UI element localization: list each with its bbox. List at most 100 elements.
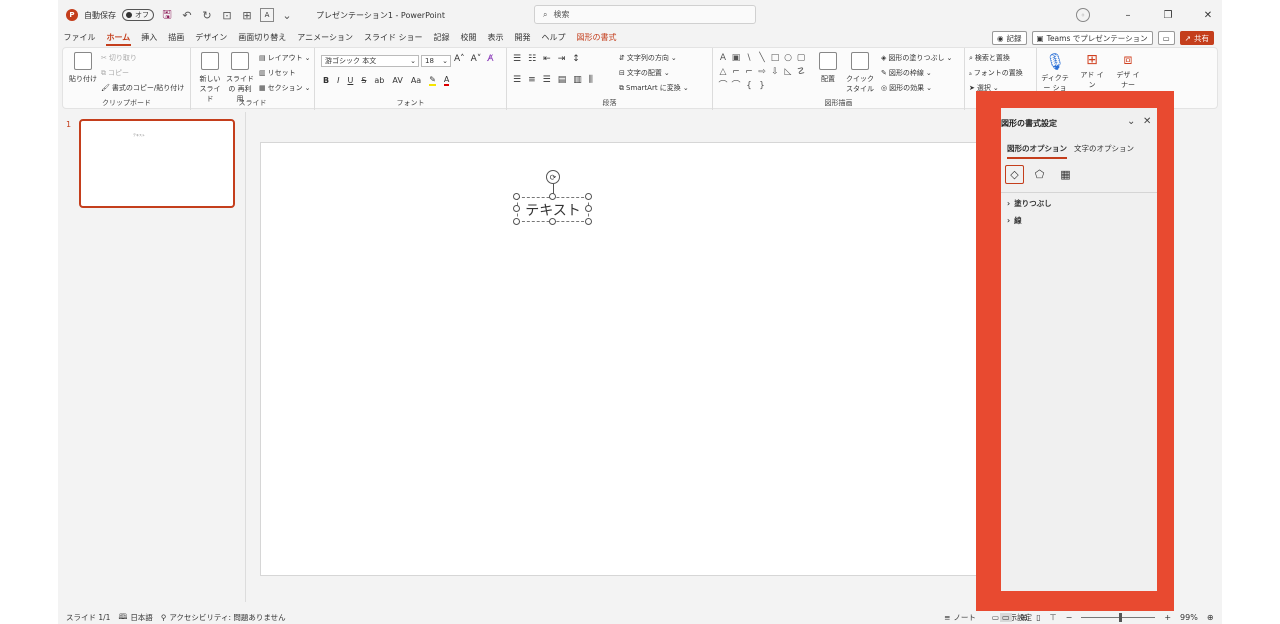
undo-icon[interactable]: ↶ — [180, 9, 194, 22]
distributed-icon[interactable]: ▥ — [573, 75, 582, 85]
resize-handle[interactable] — [513, 193, 520, 200]
change-case-button[interactable]: Aa — [411, 76, 421, 85]
shapes-gallery[interactable]: A ▣ \ ╲ □ ○ ▢ △ ⌐ ⌐ ⇨ ⇩ ◺ ☡ ⌒ ⌒{} — [717, 52, 809, 92]
notes-button[interactable]: ≡ ノート — [944, 612, 976, 623]
resize-handle[interactable] — [513, 218, 520, 225]
resize-handle[interactable] — [585, 218, 592, 225]
chevron-down-icon[interactable]: ⌄ — [1127, 116, 1135, 127]
tab-help[interactable]: ヘルプ — [536, 30, 571, 46]
present-icon[interactable]: ⊡ — [220, 9, 234, 22]
customize-qat-icon[interactable]: ⌄ — [280, 9, 294, 22]
shape-item[interactable]: ⌐ — [730, 66, 742, 79]
format-painter-button[interactable]: 🖌 書式のコピー/貼り付け — [101, 83, 184, 93]
text-direction-button[interactable]: ⇵ 文字列の方向 ⌄ — [619, 53, 677, 63]
designer-button[interactable]: ⧈ デザ イナー — [1115, 52, 1141, 90]
close-icon[interactable]: ✕ — [1143, 116, 1151, 127]
accessibility-status[interactable]: ⚲ アクセシビリティ: 問題ありません — [161, 612, 286, 623]
rotate-handle-icon[interactable]: ⟳ — [546, 170, 560, 184]
resize-handle[interactable] — [585, 205, 592, 212]
layout-button[interactable]: ▤ レイアウト ⌄ — [259, 53, 311, 63]
account-avatar-icon[interactable]: ◦ — [1076, 8, 1090, 22]
grow-font-icon[interactable]: A˄ — [454, 54, 465, 64]
redo-icon[interactable]: ↻ — [200, 9, 214, 22]
paste-button[interactable]: 貼り付け — [69, 52, 97, 84]
font-size-select[interactable]: 18 ⌄ — [421, 55, 451, 67]
section-line[interactable]: › 線 — [1007, 215, 1022, 226]
align-left-icon[interactable]: ☰ — [513, 75, 521, 85]
fill-line-icon[interactable]: ◇ — [1005, 165, 1024, 184]
record-button[interactable]: ◉ 記録 — [992, 31, 1027, 45]
tab-file[interactable]: ファイル — [58, 30, 101, 46]
shadow-button[interactable]: ab — [374, 76, 384, 85]
strikethrough-button[interactable]: S — [361, 76, 366, 85]
section-button[interactable]: ▦ セクション ⌄ — [259, 83, 311, 93]
font-name-select[interactable]: 游ゴシック 本文 ⌄ — [321, 55, 419, 67]
columns-icon[interactable]: ⫼ — [589, 75, 593, 85]
line-spacing-icon[interactable]: ↕ — [572, 54, 580, 64]
replace-font-button[interactable]: ₐ フォントの置換 — [969, 68, 1023, 78]
tab-insert[interactable]: 挿入 — [136, 30, 163, 46]
fit-slide-icon[interactable]: ⊕ — [1207, 613, 1214, 622]
shape-item[interactable]: ⇩ — [769, 66, 781, 79]
zoom-in-icon[interactable]: + — [1164, 613, 1171, 622]
numbering-icon[interactable]: ☷ — [528, 54, 536, 64]
shape-item[interactable]: A — [717, 52, 729, 65]
reset-button[interactable]: ▥ リセット — [259, 68, 296, 78]
shrink-font-icon[interactable]: A˅ — [471, 54, 482, 64]
shape-item[interactable]: □ — [769, 52, 781, 65]
shape-effects-button[interactable]: ◎ 図形の効果 ⌄ — [881, 83, 932, 93]
slide-sorter-icon[interactable]: ⊞ — [1021, 613, 1028, 622]
new-slide-button[interactable]: 新しい スライド — [197, 52, 223, 104]
bold-button[interactable]: B — [323, 76, 329, 85]
cut-button[interactable]: ✂ 切り取り — [101, 53, 137, 63]
zoom-level[interactable]: 99% — [1180, 613, 1198, 622]
shape-item[interactable]: } — [756, 80, 768, 93]
effects-pentagon-icon[interactable]: ⬠ — [1030, 165, 1049, 184]
char-spacing-button[interactable]: AV — [392, 76, 402, 85]
underline-button[interactable]: U — [347, 76, 353, 85]
shape-item[interactable]: ╲ — [756, 52, 768, 65]
shape-fill-button[interactable]: ◈ 図形の塗りつぶし ⌄ — [881, 53, 952, 63]
addins-button[interactable]: ⊞ アド イン — [1079, 52, 1105, 90]
find-replace-button[interactable]: ⌕ 検索と置換 — [969, 53, 1010, 63]
teams-present-button[interactable]: ▣ Teams でプレゼンテーション — [1031, 31, 1153, 45]
shape-item[interactable]: ⌒ — [730, 80, 742, 93]
justify-icon[interactable]: ▤ — [558, 75, 567, 85]
italic-button[interactable]: I — [337, 76, 339, 85]
align-center-icon[interactable]: ≡ — [528, 75, 536, 85]
zoom-out-icon[interactable]: − — [1066, 613, 1073, 622]
slide-canvas[interactable]: ⟳ テキスト — [260, 142, 1030, 576]
tab-developer[interactable]: 開発 — [509, 30, 536, 46]
normal-view-icon[interactable]: ▭ — [1000, 612, 1012, 622]
font-icon[interactable]: A — [260, 8, 274, 22]
close-icon[interactable]: ✕ — [1202, 10, 1214, 21]
shape-outline-button[interactable]: ✎ 図形の枠線 ⌄ — [881, 68, 932, 78]
tab-animations[interactable]: アニメーション — [292, 30, 359, 46]
slide-thumbnail[interactable]: テキスト — [79, 119, 235, 208]
slideshow-view-icon[interactable]: ⊤ — [1050, 613, 1057, 622]
layout-icon[interactable]: ⊞ — [240, 9, 254, 22]
font-color-icon[interactable]: A — [443, 75, 450, 86]
shape-item[interactable]: ◺ — [782, 66, 794, 79]
size-properties-icon[interactable]: ▦ — [1056, 165, 1075, 184]
shape-item[interactable]: ⌐ — [743, 66, 755, 79]
tab-review[interactable]: 校閲 — [455, 30, 482, 46]
search-box[interactable]: ⌕ 検索 — [534, 5, 756, 24]
decrease-indent-icon[interactable]: ⇤ — [543, 54, 551, 64]
shape-item[interactable]: ▢ — [795, 52, 807, 65]
align-text-button[interactable]: ⊟ 文字の配置 ⌄ — [619, 68, 670, 78]
tab-slideshow[interactable]: スライド ショー — [358, 30, 428, 46]
shape-item[interactable]: △ — [717, 66, 729, 79]
reuse-slides-button[interactable]: スライドの 再利用 — [225, 52, 255, 104]
shape-item[interactable]: ⌒ — [717, 80, 729, 93]
tab-design[interactable]: デザイン — [190, 30, 233, 46]
tab-draw[interactable]: 描画 — [163, 30, 190, 46]
zoom-slider[interactable] — [1081, 612, 1156, 622]
restore-icon[interactable]: ❐ — [1162, 10, 1174, 21]
tab-transitions[interactable]: 画面切り替え — [233, 30, 292, 46]
resize-handle[interactable] — [585, 193, 592, 200]
language-indicator[interactable]: 🕮 日本語 — [118, 611, 152, 624]
highlight-icon[interactable]: ✎ — [429, 75, 436, 86]
share-button[interactable]: ↗ 共有 — [1179, 31, 1214, 45]
copy-button[interactable]: ⧉ コピー — [101, 68, 129, 78]
